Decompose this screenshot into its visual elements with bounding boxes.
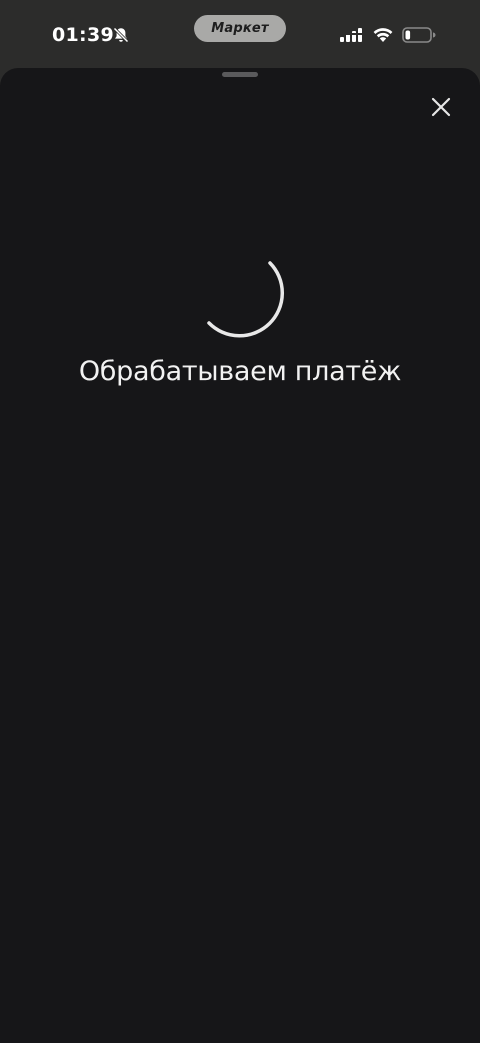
status-bar: 01:39 Маркет	[0, 0, 480, 68]
wifi-icon	[373, 28, 393, 42]
status-time: 01:39	[52, 24, 114, 46]
bell-slash-icon	[113, 27, 129, 43]
battery-icon	[402, 27, 436, 43]
close-icon	[431, 97, 451, 117]
app-pill[interactable]: Маркет	[194, 15, 286, 42]
signal-icon	[340, 28, 362, 42]
loading-message: Обрабатываем платёж	[78, 356, 402, 387]
loading-spinner	[207, 261, 285, 338]
payment-screen: 01:39 Маркет Обрабатываем платёж	[0, 0, 480, 1043]
app-pill-label: Маркет	[211, 21, 269, 36]
close-button[interactable]	[426, 92, 456, 122]
payment-bottom-sheet: Обрабатываем платёж	[0, 68, 480, 1043]
sheet-grabber[interactable]	[222, 72, 258, 77]
